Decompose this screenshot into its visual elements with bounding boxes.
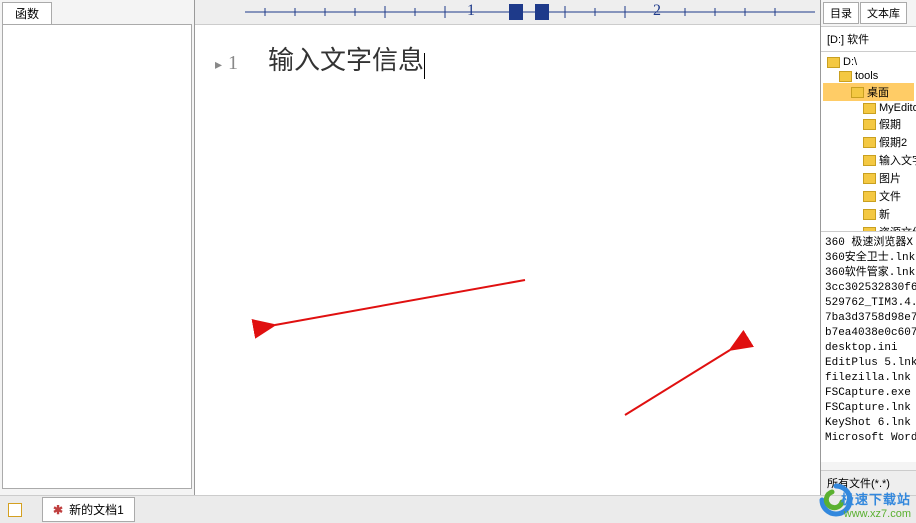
tree-item-label: D:\ [843, 56, 857, 68]
editor-area[interactable]: 1 2 ▸ 1 输入文字信息 [195, 0, 820, 495]
tree-item-label: 文件 [879, 188, 901, 204]
document-tab[interactable]: ✱ 新的文档1 [42, 497, 135, 522]
file-item[interactable]: filezilla.lnk [825, 371, 912, 386]
folder-icon [839, 71, 852, 82]
file-item[interactable]: 360软件管家.lnk [825, 266, 912, 281]
right-panel: 目录文本库 [D:] 软件 D:\ tools 桌面 MyEditor 假期假期2 输入文… [820, 0, 916, 495]
tree-item-label: 新 [879, 206, 890, 222]
folder-tree[interactable]: D:\ tools 桌面 MyEditor 假期假期2 输入文字图片文件新资源文件 [821, 52, 916, 232]
indent-caret-icon: ▸ [215, 58, 222, 73]
folder-icon [863, 137, 876, 148]
tree-item[interactable]: 新 [823, 205, 914, 223]
tree-item[interactable]: 文件 [823, 187, 914, 205]
tree-item[interactable]: 输入文字 [823, 151, 914, 169]
file-item[interactable]: EditPlus 5.lnk [825, 356, 912, 371]
file-item[interactable]: KeyShot 6.lnk [825, 416, 912, 431]
file-item[interactable]: 360 极速浏览器X [825, 236, 912, 251]
file-item[interactable]: FSCapture.lnk [825, 401, 912, 416]
tree-item-label: 图片 [879, 170, 901, 186]
path-display[interactable]: [D:] 软件 [821, 27, 916, 52]
left-panel: 函数 [0, 0, 195, 495]
line-number: 1 [228, 52, 238, 74]
tree-item-label: MyEditor [879, 102, 916, 114]
tab-textlib[interactable]: 文本库 [860, 2, 907, 24]
file-item[interactable]: b7ea4038e0c6078 [825, 326, 912, 341]
tree-item[interactable]: 资源文件 [823, 223, 914, 232]
text-cursor [424, 53, 425, 79]
file-item[interactable]: 529762_TIM3.4.7 [825, 296, 912, 311]
tree-item[interactable]: 假期 [823, 115, 914, 133]
tree-item-label: 假期 [879, 116, 901, 132]
tree-item-label: 假期2 [879, 134, 907, 150]
tree-item[interactable]: D:\ [823, 55, 914, 69]
ruler: 1 2 [195, 0, 820, 25]
tree-item[interactable]: 假期2 [823, 133, 914, 151]
file-item[interactable]: 360安全卫士.lnk [825, 251, 912, 266]
tree-item[interactable]: 图片 [823, 169, 914, 187]
watermark-title: 极速下载站 [841, 489, 911, 508]
tab-directory[interactable]: 目录 [823, 2, 859, 24]
file-item[interactable]: FSCapture.exe - [825, 386, 912, 401]
folder-icon [863, 119, 876, 130]
tree-item-label: 输入文字 [879, 152, 916, 168]
left-panel-content [2, 24, 192, 489]
document-icon [8, 503, 22, 517]
folder-icon [863, 173, 876, 184]
document-tab-label: 新的文档1 [69, 501, 124, 518]
folder-icon [851, 87, 864, 98]
tree-item[interactable]: 桌面 [823, 83, 914, 101]
tree-item-label: tools [855, 70, 878, 82]
close-icon[interactable]: ✱ [53, 503, 63, 517]
folder-icon [863, 103, 876, 114]
tree-item[interactable]: tools [823, 69, 914, 83]
watermark: 极速下载站 www.xz7.com [841, 489, 911, 520]
tree-item-label: 桌面 [867, 84, 889, 100]
left-tab-functions[interactable]: 函数 [2, 2, 52, 24]
tree-item[interactable]: MyEditor [823, 101, 914, 115]
file-item[interactable]: desktop.ini [825, 341, 912, 356]
file-item[interactable]: Microsoft Word [825, 431, 912, 446]
document-content[interactable]: ▸ 1 输入文字信息 [195, 25, 820, 94]
file-item[interactable]: 7ba3d3758d98e70 [825, 311, 912, 326]
bottom-tab-bar: ✱ 新的文档1 [0, 495, 916, 523]
folder-icon [863, 191, 876, 202]
folder-icon [827, 57, 840, 68]
document-text: 输入文字信息 [268, 46, 424, 75]
file-list[interactable]: 360 极速浏览器X360安全卫士.lnk360软件管家.lnk3cc30253… [821, 232, 916, 462]
watermark-url: www.xz7.com [841, 508, 911, 520]
folder-icon [863, 209, 876, 220]
folder-icon [863, 155, 876, 166]
tree-item-label: 资源文件 [879, 224, 916, 232]
right-tabs: 目录文本库 [821, 0, 916, 27]
file-item[interactable]: 3cc302532830f61 [825, 281, 912, 296]
